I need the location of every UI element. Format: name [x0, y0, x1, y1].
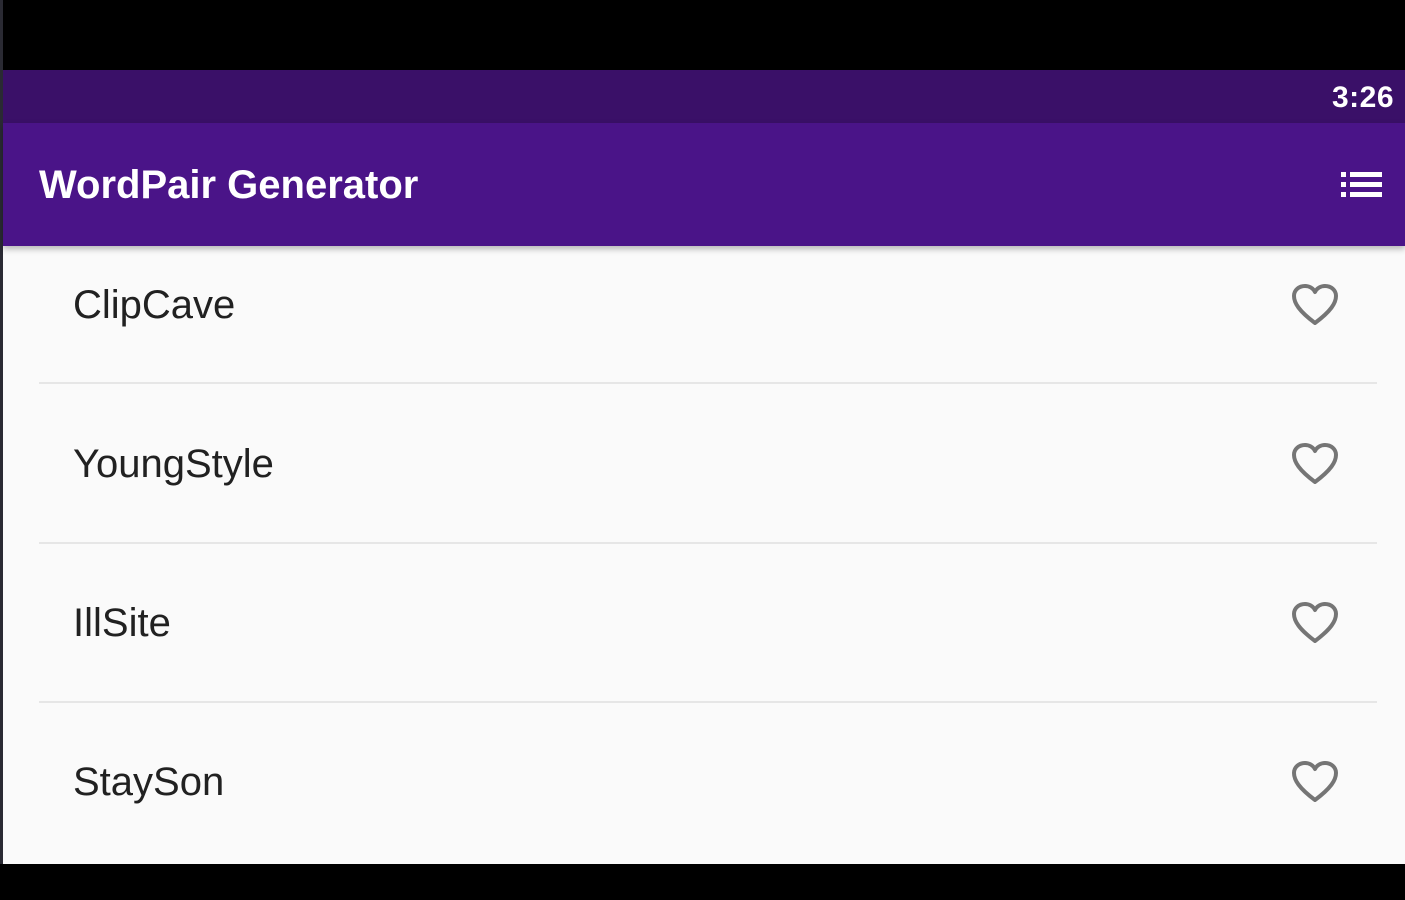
heart-outline-icon	[1292, 761, 1338, 802]
app-title: WordPair Generator	[39, 163, 419, 207]
heart-outline-icon	[1292, 602, 1338, 643]
word-pair-label: YoungStyle	[73, 442, 274, 486]
divider	[39, 382, 1377, 384]
app-bar: WordPair Generator	[3, 123, 1405, 246]
divider	[39, 542, 1377, 544]
navigation-bar	[0, 864, 1405, 900]
saved-list-button[interactable]	[1337, 163, 1387, 207]
word-pair-label: ClipCave	[73, 283, 236, 327]
favorite-button[interactable]	[1291, 442, 1339, 486]
status-time: 3:26	[1331, 81, 1394, 114]
word-pair-label: StaySon	[73, 760, 225, 804]
word-pair-list[interactable]: ClipCave YoungStyle IllSite StaySon	[3, 246, 1405, 864]
list-item[interactable]: IllSite	[3, 564, 1405, 723]
heart-outline-icon	[1292, 443, 1338, 484]
divider	[39, 701, 1377, 703]
word-pair-label: IllSite	[73, 601, 171, 645]
status-bar: 3:26	[3, 70, 1405, 123]
list-item[interactable]: YoungStyle	[3, 405, 1405, 564]
favorite-button[interactable]	[1291, 283, 1339, 327]
favorite-button[interactable]	[1291, 760, 1339, 804]
device-screen: 3:26 WordPair Generator ClipCave YoungSt…	[0, 0, 1405, 900]
heart-outline-icon	[1292, 284, 1338, 325]
list-item[interactable]: StaySon	[3, 723, 1405, 864]
favorite-button[interactable]	[1291, 601, 1339, 645]
list-icon	[1341, 172, 1382, 197]
